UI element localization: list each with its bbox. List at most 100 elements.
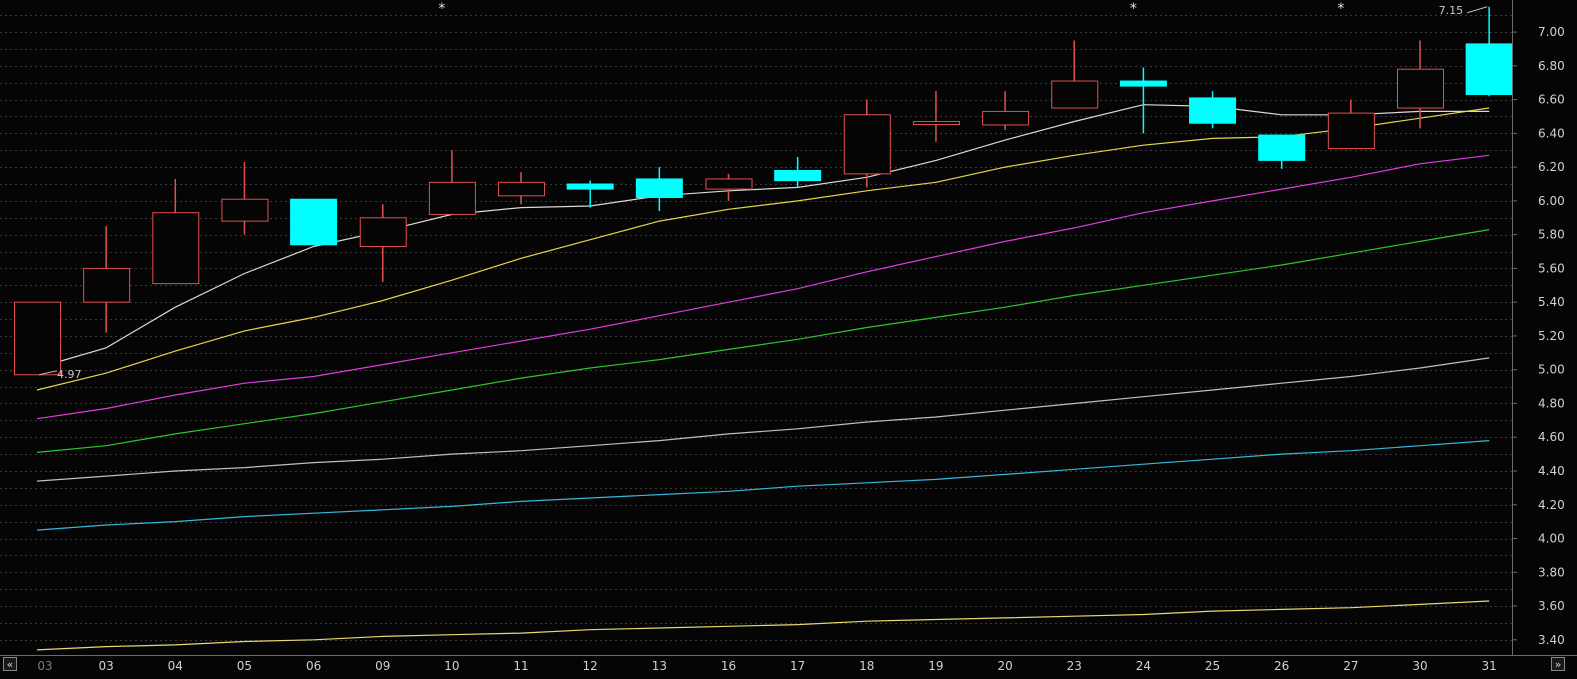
candle	[1465, 6, 1513, 97]
x-tick-label: 09	[375, 659, 390, 673]
candle-body	[1465, 43, 1513, 96]
x-tick-label: 27	[1343, 659, 1358, 673]
y-tick-label: 3.40	[1538, 633, 1565, 647]
candle-body	[705, 178, 753, 190]
y-tick-label: 3.60	[1538, 599, 1565, 613]
x-tick-label: 04	[168, 659, 183, 673]
x-tick-label: 23	[1067, 659, 1082, 673]
y-tick-label: 4.00	[1538, 532, 1565, 546]
candle-body	[635, 178, 683, 199]
candle	[705, 173, 753, 201]
y-tick-label: 6.00	[1538, 194, 1565, 208]
y-tick-label: 5.80	[1538, 228, 1565, 242]
candle	[774, 156, 822, 188]
x-tick-label: 18	[859, 659, 874, 673]
annotation-arrow	[1467, 6, 1488, 14]
moving-average-line	[36, 154, 1490, 420]
y-tick-label: 5.40	[1538, 295, 1565, 309]
x-tick-label: 16	[721, 659, 736, 673]
candle-body	[843, 114, 891, 175]
y-tick-label: 6.60	[1538, 93, 1565, 107]
candle	[1397, 40, 1444, 129]
y-tick-label: 4.60	[1538, 430, 1565, 444]
event-marker: *	[438, 1, 445, 17]
annotation-label: 7.15	[1439, 4, 1464, 17]
candle-body	[152, 212, 200, 285]
scroll-right-button[interactable]: »	[1551, 657, 1565, 671]
x-tick-label: 05	[237, 659, 252, 673]
x-tick-label: 11	[513, 659, 528, 673]
candle	[498, 172, 546, 205]
x-tick-label: 30	[1412, 659, 1427, 673]
candle-body	[428, 181, 476, 215]
chart-canvas: 4.97 7.15 * * * 3.40 3.60 3.80 4.00 4.20 4.40 4.60…	[0, 0, 1577, 673]
candle	[1119, 67, 1167, 134]
y-tick-label: 5.00	[1538, 363, 1565, 377]
candle	[221, 162, 269, 235]
candle-body	[1051, 80, 1099, 109]
x-tick-label: 24	[1136, 659, 1151, 673]
candle-body	[83, 267, 131, 303]
x-tick-label: 19	[928, 659, 943, 673]
candle-body	[221, 198, 269, 222]
x-tick-label: 13	[652, 659, 667, 673]
y-tick-label: 6.80	[1538, 59, 1565, 73]
candle	[1051, 40, 1099, 109]
x-tick-label: 31	[1482, 659, 1497, 673]
grid-layer	[0, 15, 1512, 641]
candle	[290, 198, 338, 246]
candle-body	[566, 183, 614, 190]
candlestick-chart: 4.97 7.15 * * * 3.40 3.60 3.80 4.00 4.20 4.40 4.60…	[0, 0, 1577, 679]
y-tick-label: 7.00	[1538, 25, 1565, 39]
candle-body	[912, 121, 960, 126]
candle-body	[982, 110, 1030, 126]
candle	[635, 167, 683, 212]
x-tick-label: 10	[444, 659, 459, 673]
candle-body	[1189, 97, 1237, 124]
candles	[14, 6, 1513, 376]
candle-body	[1327, 112, 1375, 150]
moving-averages	[36, 104, 1490, 651]
y-tick-label: 4.40	[1538, 464, 1565, 478]
candle-body	[359, 217, 407, 247]
y-tick-label: 4.80	[1538, 396, 1565, 410]
candle	[843, 99, 891, 188]
candle-body	[1119, 80, 1167, 87]
y-tick-label: 6.20	[1538, 160, 1565, 174]
moving-average-line	[36, 600, 1490, 651]
candle-body	[14, 301, 61, 376]
x-tick-label: 03	[37, 659, 52, 673]
x-tick-label: 03	[99, 659, 114, 673]
candle	[1258, 134, 1306, 169]
x-tick-label: 25	[1205, 659, 1220, 673]
candle	[83, 226, 131, 333]
candle	[1189, 91, 1237, 129]
candle-body	[1397, 68, 1444, 109]
candle	[982, 91, 1030, 130]
x-tick-label: 17	[790, 659, 805, 673]
candle	[428, 150, 476, 215]
candle	[359, 204, 407, 282]
moving-average-line	[36, 357, 1490, 482]
scroll-left-button[interactable]: «	[3, 657, 17, 671]
y-tick-label: 4.20	[1538, 498, 1565, 512]
candle-body	[290, 198, 338, 246]
y-tick-label: 3.80	[1538, 565, 1565, 579]
event-marker: *	[1337, 1, 1344, 17]
candle-body	[1258, 134, 1306, 161]
moving-average-line	[36, 229, 1490, 453]
y-tick-label: 5.20	[1538, 329, 1565, 343]
y-tick-label: 5.60	[1538, 261, 1565, 275]
x-tick-label: 20	[997, 659, 1012, 673]
y-tick-label: 6.40	[1538, 126, 1565, 140]
candle-body	[774, 170, 822, 182]
x-tick-label: 06	[306, 659, 321, 673]
event-marker: *	[1130, 1, 1137, 17]
candle	[14, 301, 61, 376]
candle	[1327, 99, 1375, 150]
annotation-label: 4.97	[57, 368, 82, 381]
candle-body	[498, 181, 546, 197]
candle	[152, 178, 200, 285]
x-tick-label: 26	[1274, 659, 1289, 673]
x-tick-label: 12	[583, 659, 598, 673]
